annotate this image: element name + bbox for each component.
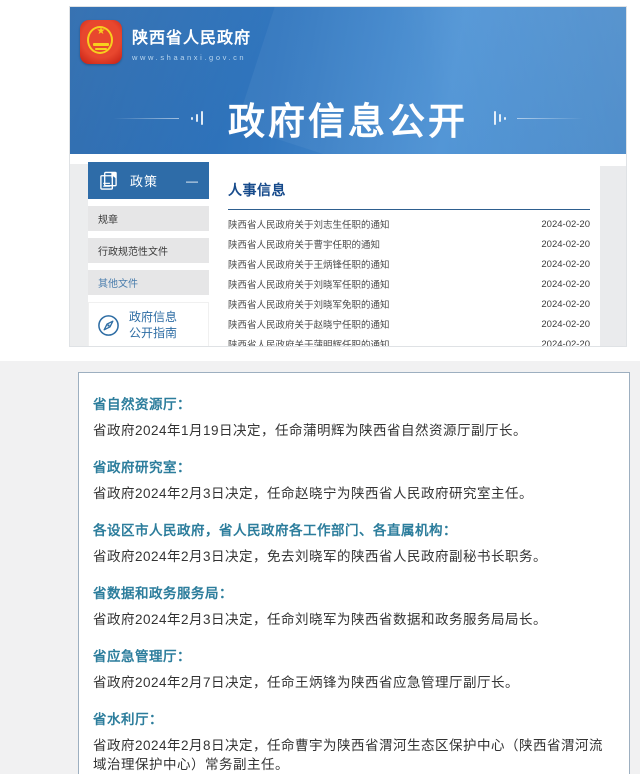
deco-ticks-right bbox=[492, 111, 507, 125]
news-panel: 人事信息 陕西省人民政府关于刘志生任职的通知 2024-02-20 陕西省人民政… bbox=[218, 166, 600, 347]
news-row[interactable]: 陕西省人民政府关于曹宇任职的通知 2024-02-20 bbox=[228, 234, 590, 254]
news-date: 2024-02-20 bbox=[541, 259, 590, 270]
page-gutter-left bbox=[70, 164, 88, 347]
document-section: 各设区市人民政府，省人民政府各工作部门、各直属机构： 省政府2024年2月3日决… bbox=[93, 522, 613, 566]
national-emblem-icon: ★ bbox=[80, 20, 122, 64]
appointment-document: 省自然资源厅： 省政府2024年1月19日决定，任命蒲明辉为陕西省自然资源厅副厅… bbox=[78, 372, 630, 774]
sidebar-link-disclosure-guide[interactable]: 政府信息公开指南 bbox=[88, 302, 209, 347]
section-heading: 省水利厅： bbox=[93, 711, 613, 729]
news-row[interactable]: 陕西省人民政府关于蒲明辉任职的通知 2024-02-20 bbox=[228, 334, 590, 347]
section-body: 省政府2024年2月3日决定，免去刘晓军的陕西省人民政府副秘书长职务。 bbox=[93, 547, 613, 566]
news-row[interactable]: 陕西省人民政府关于王炳锋任职的通知 2024-02-20 bbox=[228, 254, 590, 274]
sidebar-header-policy[interactable]: 政策 — bbox=[88, 162, 209, 199]
section-body: 省政府2024年2月3日决定，任命赵晓宁为陕西省人民政府研究室主任。 bbox=[93, 484, 613, 503]
news-row[interactable]: 陕西省人民政府关于赵晓宁任职的通知 2024-02-20 bbox=[228, 314, 590, 334]
sidebar-item-regulations[interactable]: 规章 bbox=[88, 206, 209, 231]
section-body: 省政府2024年1月19日决定，任命蒲明辉为陕西省自然资源厅副厅长。 bbox=[93, 421, 613, 440]
section-body: 省政府2024年2月8日决定，任命曹宇为陕西省渭河生态区保护中心（陕西省渭河流域… bbox=[93, 736, 613, 774]
policy-documents-icon bbox=[99, 171, 118, 190]
news-section-title: 人事信息 bbox=[228, 180, 590, 200]
document-section: 省水利厅： 省政府2024年2月8日决定，任命曹宇为陕西省渭河生态区保护中心（陕… bbox=[93, 711, 613, 774]
section-heading: 省数据和政务服务局： bbox=[93, 585, 613, 603]
news-date: 2024-02-20 bbox=[541, 299, 590, 310]
news-date: 2024-02-20 bbox=[541, 339, 590, 348]
site-url: www.shaanxi.gov.cn bbox=[132, 53, 251, 62]
sidebar-header-label: 政策 bbox=[130, 171, 158, 190]
page-title: 政府信息公开 bbox=[228, 91, 468, 145]
news-list: 陕西省人民政府关于刘志生任职的通知 2024-02-20 陕西省人民政府关于曹宇… bbox=[228, 214, 590, 347]
collapse-minus-icon[interactable]: — bbox=[186, 174, 198, 188]
compass-icon bbox=[97, 314, 120, 337]
news-row[interactable]: 陕西省人民政府关于刘晓军任职的通知 2024-02-20 bbox=[228, 274, 590, 294]
site-name: 陕西省人民政府 bbox=[132, 24, 251, 48]
news-row[interactable]: 陕西省人民政府关于刘志生任职的通知 2024-02-20 bbox=[228, 214, 590, 234]
document-section: 省数据和政务服务局： 省政府2024年2月3日决定，任命刘晓军为陕西省数据和政务… bbox=[93, 585, 613, 629]
document-section: 省自然资源厅： 省政府2024年1月19日决定，任命蒲明辉为陕西省自然资源厅副厅… bbox=[93, 396, 613, 440]
section-heading: 省应急管理厅： bbox=[93, 648, 613, 666]
site-logo[interactable]: ★ 陕西省人民政府 www.shaanxi.gov.cn bbox=[80, 20, 251, 64]
sidebar-item-administrative-documents[interactable]: 行政规范性文件 bbox=[88, 238, 209, 263]
section-heading: 省政府研究室： bbox=[93, 459, 613, 477]
sidebar-link-label: 政府信息公开指南 bbox=[129, 309, 177, 341]
site-banner: ★ 陕西省人民政府 www.shaanxi.gov.cn 政府信息公开 bbox=[70, 7, 626, 154]
news-date: 2024-02-20 bbox=[541, 219, 590, 230]
news-date: 2024-02-20 bbox=[541, 279, 590, 290]
deco-line-left bbox=[113, 118, 179, 119]
news-date: 2024-02-20 bbox=[541, 319, 590, 330]
page-gutter-right bbox=[600, 166, 626, 347]
news-row[interactable]: 陕西省人民政府关于刘晓军免职的通知 2024-02-20 bbox=[228, 294, 590, 314]
document-section: 省政府研究室： 省政府2024年2月3日决定，任命赵晓宁为陕西省人民政府研究室主… bbox=[93, 459, 613, 503]
section-body: 省政府2024年2月3日决定，任命刘晓军为陕西省数据和政务服务局局长。 bbox=[93, 610, 613, 629]
website-screenshot: ★ 陕西省人民政府 www.shaanxi.gov.cn 政府信息公开 bbox=[69, 6, 627, 347]
news-title-rule bbox=[228, 209, 590, 210]
document-section: 省应急管理厅： 省政府2024年2月7日决定，任命王炳锋为陕西省应急管理厅副厅长… bbox=[93, 648, 613, 692]
sidebar-item-other-documents[interactable]: 其他文件 bbox=[88, 270, 209, 295]
news-date: 2024-02-20 bbox=[541, 239, 590, 250]
section-body: 省政府2024年2月7日决定，任命王炳锋为陕西省应急管理厅副厅长。 bbox=[93, 673, 613, 692]
sidebar: 政策 — 规章 行政规范性文件 其他文件 政府信息公开指南 bbox=[88, 162, 209, 347]
section-heading: 各设区市人民政府，省人民政府各工作部门、各直属机构： bbox=[93, 522, 613, 540]
deco-ticks-left bbox=[189, 111, 204, 125]
deco-line-right bbox=[517, 118, 583, 119]
section-heading: 省自然资源厅： bbox=[93, 396, 613, 414]
